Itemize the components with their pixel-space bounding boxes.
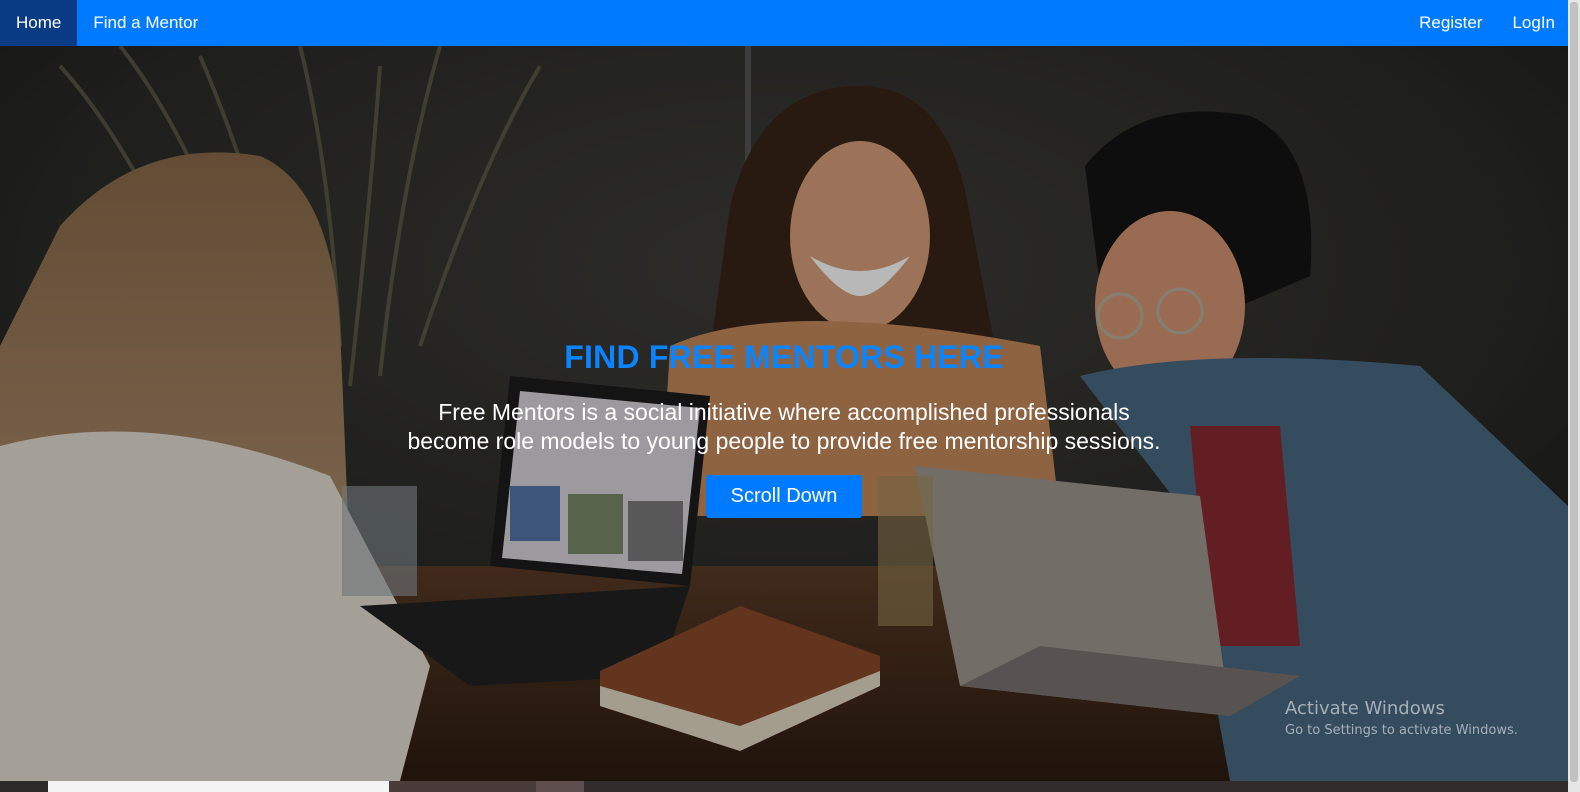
hero-content: FIND FREE MENTORS HERE Free Mentors is a… xyxy=(0,339,1568,518)
peek-segment xyxy=(584,781,1568,792)
peek-segment xyxy=(0,781,48,792)
peek-segment xyxy=(48,781,389,792)
hero-title: FIND FREE MENTORS HERE xyxy=(564,339,1004,375)
nav-find-mentor-link[interactable]: Find a Mentor xyxy=(77,0,214,46)
vertical-scrollbar[interactable] xyxy=(1568,0,1580,792)
watermark-subtitle: Go to Settings to activate Windows. xyxy=(1285,723,1518,738)
scroll-down-button[interactable]: Scroll Down xyxy=(706,475,862,518)
watermark-title: Activate Windows xyxy=(1285,698,1445,719)
top-navbar: Home Find a Mentor Register LogIn xyxy=(0,0,1568,46)
nav-register-link[interactable]: Register xyxy=(1404,0,1497,46)
nav-home-link[interactable]: Home xyxy=(0,0,78,46)
nav-login-link[interactable]: LogIn xyxy=(1497,0,1568,46)
activate-windows-watermark: Activate Windows Go to Settings to activ… xyxy=(1285,698,1518,738)
next-section-peek xyxy=(0,781,1568,792)
navbar-right-group: Register LogIn xyxy=(1404,0,1568,46)
peek-segment xyxy=(389,781,536,792)
peek-segment xyxy=(536,781,584,792)
hero-description: Free Mentors is a social initiative wher… xyxy=(407,399,1161,454)
navbar-left-group: Home Find a Mentor xyxy=(0,0,214,46)
scrollbar-thumb[interactable] xyxy=(1570,2,1578,782)
hero-section: FIND FREE MENTORS HERE Free Mentors is a… xyxy=(0,46,1568,781)
